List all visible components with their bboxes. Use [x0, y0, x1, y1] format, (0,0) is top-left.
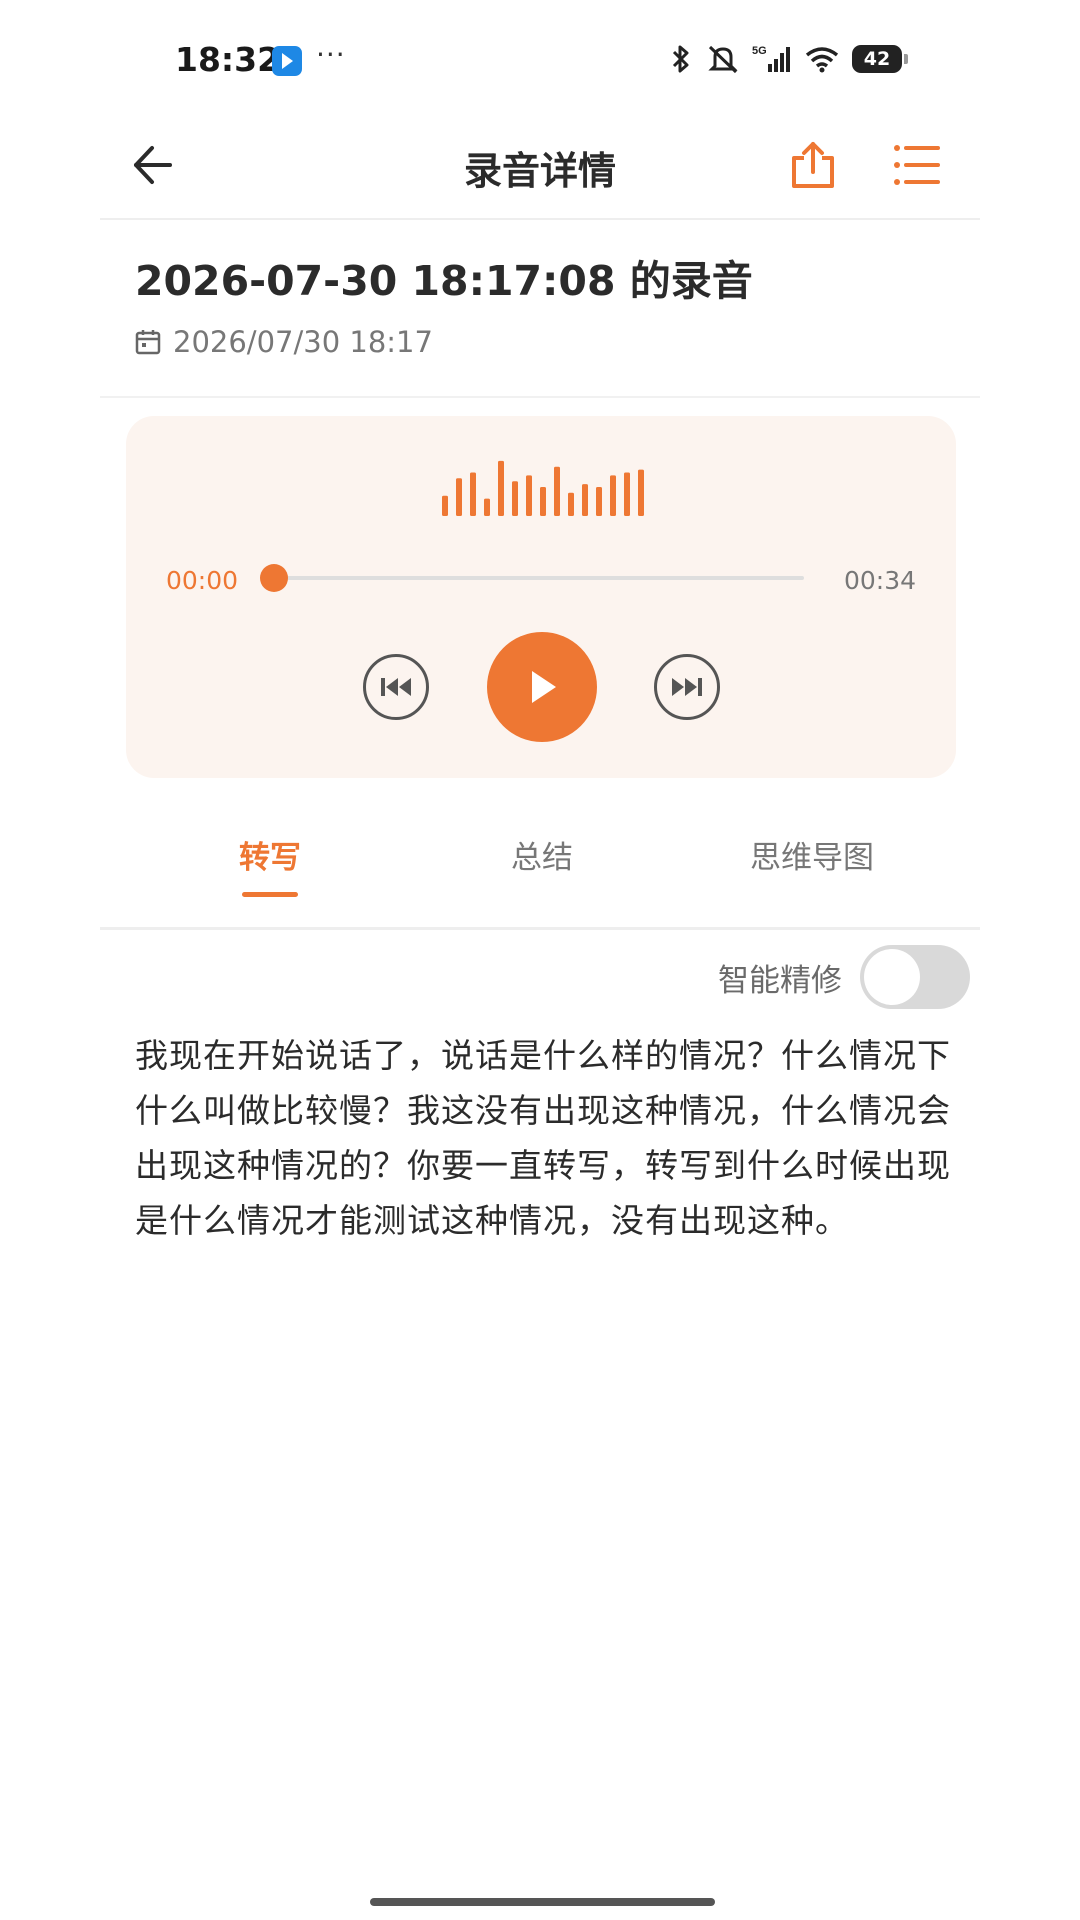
app-notification-icon — [272, 46, 302, 76]
current-time: 00:00 — [166, 566, 239, 595]
waveform-bar — [512, 481, 518, 516]
waveform-bar — [624, 472, 630, 516]
waveform-bar — [610, 475, 616, 516]
play-button[interactable] — [487, 632, 597, 742]
battery-level: 42 — [863, 48, 891, 70]
waveform-bar — [456, 478, 462, 516]
total-time: 00:34 — [843, 566, 916, 595]
smart-refine-label: 智能精修 — [718, 962, 842, 999]
skip-forward-button[interactable] — [654, 654, 720, 720]
waveform-bar — [470, 472, 476, 516]
smart-refine-toggle[interactable] — [860, 945, 970, 1009]
tab-summary[interactable]: 总结 — [442, 832, 642, 877]
home-indicator[interactable] — [370, 1898, 715, 1906]
divider — [100, 396, 980, 398]
tab-bar: 转写 总结 思维导图 — [100, 820, 980, 930]
network-type: 5G — [752, 45, 767, 57]
progress-thumb[interactable] — [260, 564, 288, 592]
waveform-bar — [554, 466, 560, 516]
smart-refine-row: 智能精修 — [718, 945, 970, 1009]
tab-transcript[interactable]: 转写 — [170, 832, 370, 877]
waveform-bar — [568, 492, 574, 516]
active-tab-indicator — [242, 892, 298, 897]
calendar-icon — [135, 330, 161, 355]
waveform-bar — [582, 484, 588, 516]
waveform-bar — [540, 487, 546, 516]
waveform-bar — [484, 498, 490, 516]
waveform-bar — [638, 469, 644, 516]
share-icon[interactable] — [786, 138, 840, 192]
progress-slider[interactable] — [260, 564, 804, 592]
skip-back-icon — [381, 678, 411, 696]
recording-title: 2026-07-30 18:17:08 的录音 — [135, 257, 753, 305]
page-title: 录音详情 — [463, 149, 616, 193]
waveform-bar — [442, 495, 448, 516]
play-icon — [532, 671, 556, 703]
audio-player: 00:00 00:34 — [126, 416, 956, 778]
transcript-text: 我现在开始说话了，说话是什么样的情况？什么情况下什么叫做比较慢？我这没有出现这种… — [135, 1036, 951, 1240]
bluetooth-icon — [672, 45, 689, 73]
tab-mind-map[interactable]: 思维导图 — [712, 832, 912, 877]
status-bar: 18:32 ··· 5G 42 — [0, 0, 1080, 110]
skip-back-button[interactable] — [363, 654, 429, 720]
list-menu-icon[interactable] — [892, 140, 942, 190]
waveform-bar — [526, 475, 532, 516]
waveform-bar — [498, 460, 504, 516]
status-icons: 5G 42 — [668, 44, 908, 74]
status-time: 18:32 — [175, 40, 281, 79]
more-notifications-icon: ··· — [316, 38, 346, 71]
wifi-icon — [805, 47, 839, 73]
nav-bar: 录音详情 — [100, 110, 980, 220]
recording-date-row: 2026/07/30 18:17 — [135, 325, 433, 359]
recording-date: 2026/07/30 18:17 — [173, 325, 433, 359]
battery-icon: 42 — [852, 45, 908, 73]
skip-forward-icon — [672, 678, 702, 696]
signal-icon: 5G — [752, 45, 790, 72]
waveform — [442, 460, 644, 516]
mute-icon — [708, 45, 738, 74]
waveform-bar — [596, 487, 602, 516]
toggle-knob — [864, 949, 920, 1005]
